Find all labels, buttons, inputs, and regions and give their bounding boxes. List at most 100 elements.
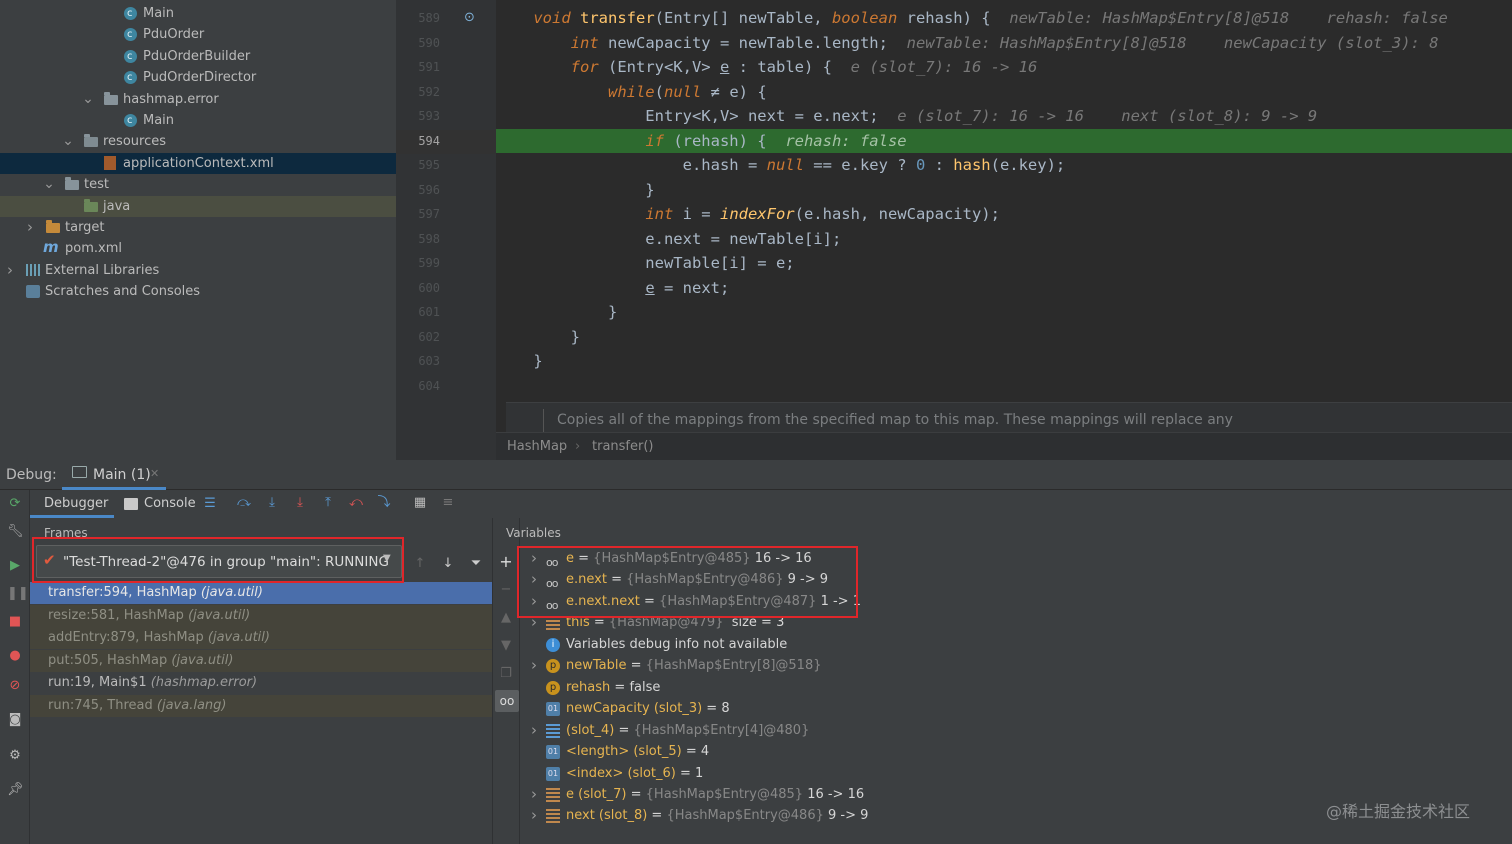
resume-icon[interactable]: ▶ — [7, 558, 23, 574]
code-line[interactable]: int newCapacity = newTable.length; newTa… — [496, 31, 1512, 56]
frame-row[interactable]: run:19, Main$1 (hashmap.error) — [30, 672, 492, 695]
chevron-down-icon[interactable]: ⌄ — [62, 131, 74, 152]
chevron-right-icon[interactable]: › — [528, 548, 540, 569]
line-number[interactable]: 597 — [410, 202, 440, 226]
tree-item[interactable]: Main — [0, 110, 396, 131]
remove-watch-icon[interactable]: − — [498, 582, 514, 598]
evaluate-icon[interactable]: ▦ — [412, 495, 428, 511]
variable-row[interactable]: › oo e.next.next = {HashMap$Entry@487} 1 -… — [520, 591, 1512, 613]
force-step-into-icon[interactable]: ⤓ — [292, 495, 308, 511]
gear-icon[interactable]: ⚙ — [7, 748, 23, 764]
breadcrumb-method[interactable]: transfer() — [592, 439, 653, 454]
variable-row[interactable]: 01 <index> (slot_6) = 1 — [520, 763, 1512, 785]
smart-step-icon[interactable]: ⊙ — [464, 10, 475, 25]
tree-item[interactable]: › target — [0, 217, 396, 238]
code-line[interactable]: void transfer(Entry[] newTable, boolean … — [496, 6, 1512, 31]
variable-row[interactable]: › this = {HashMap@479} size = 3 — [520, 612, 1512, 634]
run-to-cursor-icon[interactable]: ⤵ — [376, 495, 392, 511]
tree-item[interactable]: ⌄ test — [0, 174, 396, 195]
variable-row[interactable]: › p newTable = {HashMap$Entry[8]@518} — [520, 655, 1512, 677]
show-watches-icon[interactable]: oo — [495, 690, 519, 712]
frame-row[interactable]: addEntry:879, HashMap (java.util) — [30, 627, 492, 650]
drop-frame-icon[interactable]: ⤺ — [348, 495, 364, 511]
code-line[interactable]: Entry<K,V> next = e.next; e (slot_7): 16… — [496, 104, 1512, 129]
chevron-right-icon[interactable]: › — [528, 591, 540, 612]
variable-row[interactable]: i Variables debug info not available — [520, 634, 1512, 656]
variable-row[interactable]: p rehash = false — [520, 677, 1512, 699]
tree-item[interactable]: PduOrder — [0, 24, 396, 45]
chevron-down-icon[interactable]: ⌄ — [82, 89, 94, 110]
debug-session-tab[interactable]: Main (1) ✕ — [62, 460, 166, 490]
move-down-icon[interactable]: ▼ — [498, 638, 514, 654]
code-editor[interactable]: void transfer(Entry[] newTable, boolean … — [496, 0, 1512, 432]
chevron-right-icon[interactable]: › — [528, 655, 540, 676]
code-line[interactable]: e.next = newTable[i]; — [496, 227, 1512, 252]
chevron-right-icon[interactable]: › — [528, 784, 540, 805]
chevron-right-icon[interactable]: › — [528, 720, 540, 741]
line-number[interactable]: 595 — [410, 153, 440, 177]
code-line[interactable]: for (Entry<K,V> e : table) { e (slot_7):… — [496, 55, 1512, 80]
code-line[interactable]: newTable[i] = e; — [496, 251, 1512, 276]
arrow-down-icon[interactable]: ↓ — [440, 556, 456, 572]
line-number[interactable]: 589 — [410, 6, 440, 30]
tree-item[interactable]: java — [0, 195, 396, 217]
line-number[interactable]: 596 — [410, 178, 440, 202]
tree-item[interactable]: PduOrderBuilder — [0, 46, 396, 67]
line-number[interactable]: 604 — [410, 374, 440, 398]
code-line[interactable]: while(null ≠ e) { — [496, 80, 1512, 105]
line-number[interactable]: 594 — [410, 129, 440, 153]
tab-console[interactable]: Console — [120, 490, 196, 518]
tree-item[interactable]: PudOrderDirector — [0, 67, 396, 88]
frame-row[interactable]: transfer:594, HashMap (java.util) — [30, 582, 492, 604]
filter-icon[interactable]: ⏷ — [468, 556, 484, 572]
frame-row[interactable]: resize:581, HashMap (java.util) — [30, 604, 492, 627]
add-watch-icon[interactable]: + — [498, 554, 514, 570]
line-number[interactable]: 592 — [410, 80, 440, 104]
tree-item[interactable]: m pom.xml — [0, 238, 396, 259]
pause-icon[interactable]: ❚❚ — [7, 586, 29, 602]
variable-row[interactable]: › oo e = {HashMap$Entry@485} 16 -> 16 — [520, 548, 1512, 570]
tree-item[interactable]: Main — [0, 3, 396, 24]
line-number[interactable]: 599 — [410, 251, 440, 275]
close-icon[interactable]: ✕ — [150, 467, 159, 480]
tree-item[interactable]: › External Libraries — [0, 260, 396, 281]
line-number[interactable]: 601 — [410, 300, 440, 324]
code-line[interactable]: e.hash = null == e.key ? 0 : hash(e.key)… — [496, 153, 1512, 178]
chevron-right-icon[interactable]: › — [528, 612, 540, 633]
code-line[interactable]: } — [496, 325, 1512, 350]
step-over-icon[interactable]: ⤼ — [236, 495, 252, 511]
wrench-icon[interactable]: 🔧︎ — [7, 524, 24, 540]
tree-item[interactable]: ⌄ hashmap.error — [0, 89, 396, 110]
thread-selector[interactable]: ✔ "Test-Thread-2"@476 in group "main": R… — [36, 545, 402, 578]
step-out-icon[interactable]: ⤒ — [320, 495, 336, 511]
variable-row[interactable]: › oo e.next = {HashMap$Entry@486} 9 -> 9 — [520, 569, 1512, 591]
code-line[interactable]: int i = indexFor(e.hash, newCapacity); — [496, 202, 1512, 227]
step-into-icon[interactable]: ⤓ — [264, 495, 280, 511]
line-number[interactable]: 598 — [410, 227, 440, 251]
view-breakpoints-icon[interactable]: ● — [7, 648, 23, 664]
rerun-icon[interactable]: ⟳ — [7, 496, 23, 512]
pin-icon[interactable]: 📌︎ — [7, 782, 24, 798]
tab-debugger[interactable]: Debugger — [30, 490, 114, 518]
code-line[interactable]: } — [496, 178, 1512, 203]
chevron-right-icon[interactable]: › — [528, 805, 540, 826]
variable-row[interactable]: 01 newCapacity (slot_3) = 8 — [520, 698, 1512, 720]
code-line[interactable]: } — [496, 300, 1512, 325]
trace-icon[interactable]: ≡ — [440, 495, 456, 511]
move-up-icon[interactable]: ▲ — [498, 610, 514, 626]
line-number[interactable]: 590 — [410, 31, 440, 55]
stop-icon[interactable]: ■ — [7, 614, 23, 630]
chevron-right-icon[interactable]: › — [4, 260, 16, 281]
line-number[interactable]: 593 — [410, 104, 440, 128]
breadcrumb-class[interactable]: HashMap — [507, 439, 567, 454]
tree-item[interactable]: applicationContext.xml — [0, 152, 396, 174]
line-number[interactable]: 591 — [410, 55, 440, 79]
variable-row[interactable]: › (slot_4) = {HashMap$Entry[4]@480} — [520, 720, 1512, 742]
line-number[interactable]: 603 — [410, 349, 440, 373]
line-number[interactable]: 600 — [410, 276, 440, 300]
code-line[interactable]: e = next; — [496, 276, 1512, 301]
chevron-down-icon[interactable]: ⌄ — [43, 174, 55, 195]
variable-row[interactable]: 01 <length> (slot_5) = 4 — [520, 741, 1512, 763]
copy-icon[interactable]: ❐ — [498, 666, 514, 682]
camera-icon[interactable]: ◙ — [7, 712, 23, 728]
